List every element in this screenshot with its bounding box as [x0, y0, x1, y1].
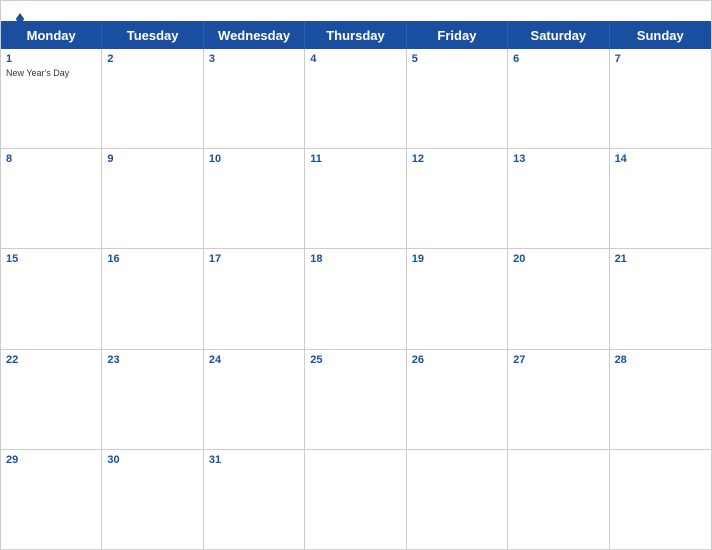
- day-cell: 24: [204, 350, 305, 449]
- day-cell: 4: [305, 49, 406, 148]
- day-number: 22: [6, 353, 96, 368]
- day-number: 6: [513, 52, 603, 67]
- day-cell: 8: [1, 149, 102, 248]
- day-cell: [407, 450, 508, 549]
- day-cell: 21: [610, 249, 711, 348]
- day-cell: 9: [102, 149, 203, 248]
- day-cell: 27: [508, 350, 609, 449]
- calendar-grid: MondayTuesdayWednesdayThursdayFridaySatu…: [1, 21, 711, 549]
- day-headers: MondayTuesdayWednesdayThursdayFridaySatu…: [1, 22, 711, 49]
- day-cell: 12: [407, 149, 508, 248]
- day-cell: 2: [102, 49, 203, 148]
- day-number: 14: [615, 152, 706, 167]
- day-number: 27: [513, 353, 603, 368]
- day-number: 5: [412, 52, 502, 67]
- day-cell: 18: [305, 249, 406, 348]
- day-number: 9: [107, 152, 197, 167]
- day-number: 28: [615, 353, 706, 368]
- day-number: 30: [107, 453, 197, 468]
- day-header-monday: Monday: [1, 22, 102, 49]
- day-number: 11: [310, 152, 400, 167]
- day-cell: 30: [102, 450, 203, 549]
- week-row-3: 15 16 17 18 19 20 21: [1, 249, 711, 349]
- day-header-sunday: Sunday: [610, 22, 711, 49]
- day-cell: [508, 450, 609, 549]
- day-cell: 19: [407, 249, 508, 348]
- day-number: 24: [209, 353, 299, 368]
- day-header-wednesday: Wednesday: [204, 22, 305, 49]
- day-cell: 5: [407, 49, 508, 148]
- day-cell: 28: [610, 350, 711, 449]
- day-number: 1: [6, 52, 96, 67]
- weeks-container: 1New Year's Day2345678910111213141516171…: [1, 49, 711, 549]
- day-cell: 3: [204, 49, 305, 148]
- day-number: 26: [412, 353, 502, 368]
- day-number: 29: [6, 453, 96, 468]
- calendar: MondayTuesdayWednesdayThursdayFridaySatu…: [0, 0, 712, 550]
- day-cell: 10: [204, 149, 305, 248]
- day-cell: [305, 450, 406, 549]
- day-number: 4: [310, 52, 400, 67]
- day-number: 15: [6, 252, 96, 267]
- day-cell: 23: [102, 350, 203, 449]
- day-number: 7: [615, 52, 706, 67]
- day-header-thursday: Thursday: [305, 22, 406, 49]
- day-number: 3: [209, 52, 299, 67]
- day-cell: 14: [610, 149, 711, 248]
- day-number: 13: [513, 152, 603, 167]
- day-number: 8: [6, 152, 96, 167]
- calendar-header: [1, 1, 711, 21]
- day-cell: 26: [407, 350, 508, 449]
- holiday-label: New Year's Day: [6, 68, 96, 78]
- day-number: 31: [209, 453, 299, 468]
- day-cell: 7: [610, 49, 711, 148]
- day-cell: 6: [508, 49, 609, 148]
- day-number: 18: [310, 252, 400, 267]
- week-row-2: 89 10 11 12 13 14: [1, 149, 711, 249]
- day-cell: 15: [1, 249, 102, 348]
- day-cell: [610, 450, 711, 549]
- day-cell: 29: [1, 450, 102, 549]
- day-header-tuesday: Tuesday: [102, 22, 203, 49]
- day-cell: 1New Year's Day: [1, 49, 102, 148]
- day-header-friday: Friday: [407, 22, 508, 49]
- day-number: 12: [412, 152, 502, 167]
- day-number: 25: [310, 353, 400, 368]
- day-cell: 22: [1, 350, 102, 449]
- day-cell: 20: [508, 249, 609, 348]
- day-cell: 31: [204, 450, 305, 549]
- day-cell: 13: [508, 149, 609, 248]
- day-number: 21: [615, 252, 706, 267]
- day-number: 20: [513, 252, 603, 267]
- day-cell: 16: [102, 249, 203, 348]
- day-cell: 25: [305, 350, 406, 449]
- week-row-4: 22 23 24 25 26 27 28: [1, 350, 711, 450]
- day-number: 17: [209, 252, 299, 267]
- day-cell: 11: [305, 149, 406, 248]
- day-header-saturday: Saturday: [508, 22, 609, 49]
- day-number: 19: [412, 252, 502, 267]
- day-cell: 17: [204, 249, 305, 348]
- week-row-5: 29 30 31: [1, 450, 711, 549]
- day-number: 16: [107, 252, 197, 267]
- week-row-1: 1New Year's Day 234567: [1, 49, 711, 149]
- day-number: 10: [209, 152, 299, 167]
- day-number: 2: [107, 52, 197, 67]
- day-number: 23: [107, 353, 197, 368]
